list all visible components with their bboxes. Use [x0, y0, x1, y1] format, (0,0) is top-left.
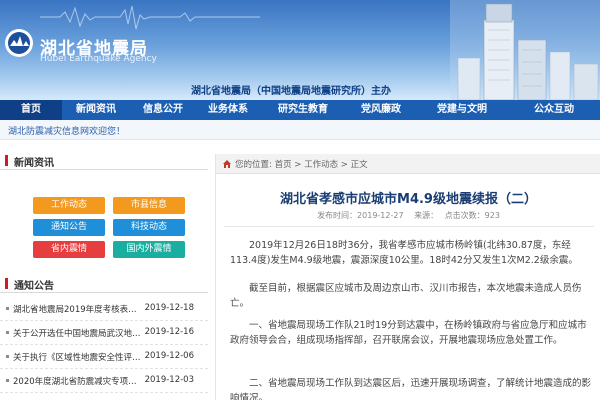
seismic-wave-decoration: [40, 5, 260, 30]
category-world-quake-button[interactable]: 国内外震情: [113, 241, 185, 258]
agency-logo-icon: [5, 29, 33, 57]
divider: [224, 226, 594, 227]
article-paragraph: 截至目前，根据震区应城市及周边京山市、汉川市报告，本次地震未造成人员伤亡。: [230, 283, 582, 309]
nav-party-building[interactable]: 党建与文明: [416, 100, 508, 120]
category-work-news-button[interactable]: 工作动态: [33, 197, 105, 214]
nav-home[interactable]: 首页: [0, 100, 62, 120]
article-title: 湖北省孝感市应城市M4.9级地震续报（二）: [280, 192, 537, 207]
nav-public-interaction[interactable]: 公众互动: [508, 100, 600, 120]
building-illustration: [450, 0, 600, 100]
breadcrumb-path[interactable]: 您的位置: 首页 > 工作动态 > 正文: [235, 158, 368, 170]
category-tech-news-button[interactable]: 科技动态: [113, 219, 185, 236]
nav-graduate-education[interactable]: 研究生教育: [260, 100, 346, 120]
notices-panel-header: 通知公告: [0, 273, 208, 293]
site-header: 湖北省地震局 Hubei Earthquake Agency 湖北省地震局（中国…: [0, 0, 600, 100]
notice-date: 2019-12-16: [144, 327, 194, 337]
left-sidebar: 新闻资讯 工作动态 市县信息 通知公告 科技动态 省内震情 国内外震情 通知公告…: [0, 150, 208, 400]
section-marker: [5, 155, 8, 166]
notice-date: 2019-12-03: [144, 375, 194, 385]
article-meta: 发布时间：2019-12-27 来源： 点击次数：923: [317, 211, 500, 220]
list-item[interactable]: 2020年度湖北省防震减灾专项资金项目申报通知 2019-12-03: [0, 369, 208, 393]
notice-title[interactable]: 湖北省地震局2019年度考核表彰情况公示: [13, 303, 143, 315]
nav-integrity[interactable]: 党风廉政: [346, 100, 416, 120]
breadcrumb: 您的位置: 首页 > 工作动态 > 正文: [216, 154, 600, 174]
article-paragraph: 一、省地震局现场工作队21时19分到达震中，在杨岭镇政府与省应急厅和应城市政府领…: [230, 320, 587, 346]
category-city-info-button[interactable]: 市县信息: [113, 197, 185, 214]
list-item[interactable]: 关于公开选任中国地震局武汉地震台干部的公告 2019-12-16: [0, 321, 208, 345]
hosted-by-text: 湖北省地震局（中国地震局地震研究所）主办: [191, 86, 391, 97]
list-item[interactable]: 湖北省地震局2019年度考核表彰情况公示 2019-12-18: [0, 297, 208, 321]
notice-title[interactable]: 关于公开选任中国地震局武汉地震台干部的公告: [13, 327, 143, 339]
nav-news[interactable]: 新闻资讯: [62, 100, 130, 120]
welcome-text: 湖北防震减灾信息网欢迎您！: [8, 127, 126, 137]
bullet-icon: [6, 355, 9, 358]
nav-business[interactable]: 业务体系: [196, 100, 260, 120]
notice-date: 2019-12-06: [144, 351, 194, 361]
notices-panel-title: 通知公告: [14, 281, 54, 292]
notice-title[interactable]: 2020年度湖北省防震减灾专项资金项目申报通知: [13, 375, 143, 387]
bullet-icon: [6, 331, 9, 334]
news-panel-header: 新闻资讯: [0, 150, 208, 170]
notice-title[interactable]: 关于执行《区域性地震安全性评价工作大纲》的通知: [13, 351, 143, 363]
list-item[interactable]: 关于执行《区域性地震安全性评价工作大纲》的通知 2019-12-06: [0, 345, 208, 369]
nav-info-disclosure[interactable]: 信息公开: [130, 100, 196, 120]
bullet-icon: [6, 307, 9, 310]
main-nav: 首页 新闻资讯 信息公开 业务体系 研究生教育 党风廉政 党建与文明 公众互动: [0, 100, 600, 120]
section-marker: [5, 278, 8, 289]
article-paragraph: 二、省地震局现场工作队到达震区后，迅速开展现场调查，了解统计地震造成的影响情况。: [230, 378, 592, 400]
notice-date: 2019-12-18: [144, 303, 194, 313]
site-subtitle: Hubei Earthquake Agency: [40, 54, 157, 64]
article-paragraph: 2019年12月26日18时36分，我省孝感市应城市杨岭镇(北纬30.87度，东…: [230, 240, 578, 266]
welcome-bar: 湖北防震减灾信息网欢迎您！: [0, 120, 600, 140]
bullet-icon: [6, 379, 9, 382]
category-province-quake-button[interactable]: 省内震情: [33, 241, 105, 258]
news-category-grid: 工作动态 市县信息 通知公告 科技动态 省内震情 国内外震情: [0, 170, 208, 275]
notices-panel: 通知公告: [0, 273, 208, 293]
notice-list: 湖北省地震局2019年度考核表彰情况公示 2019-12-18 关于公开选任中国…: [0, 297, 208, 393]
category-announcements-button[interactable]: 通知公告: [33, 219, 105, 236]
news-panel-title: 新闻资讯: [14, 158, 54, 169]
home-icon[interactable]: [222, 159, 232, 169]
article-panel: 您的位置: 首页 > 工作动态 > 正文 湖北省孝感市应城市M4.9级地震续报（…: [215, 154, 600, 400]
